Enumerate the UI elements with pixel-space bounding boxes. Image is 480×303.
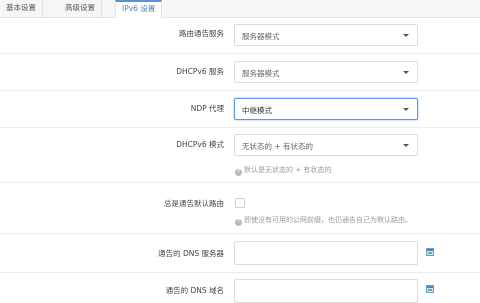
router-advert-select[interactable]: 服务器模式 [234, 24, 418, 46]
add-entry-icon-mark [428, 289, 432, 291]
dns-domain-add-button[interactable] [426, 285, 434, 293]
row-divider [0, 90, 480, 91]
always-default-route-hint: ? 即使没有可用的公网前缀，也仍通告自己为默认路由。 [235, 215, 412, 226]
dhcpv6-service-value: 服务器模式 [242, 69, 280, 78]
dhcpv6-mode-hint: ? 默认是无状态的 + 有状态的 [235, 165, 331, 176]
caret-down-icon [403, 71, 409, 74]
dns-domain-input[interactable] [234, 279, 418, 303]
dns-servers-input[interactable] [234, 241, 418, 265]
dhcpv6-service-label: DHCPv6 服务 [176, 67, 224, 76]
caret-down-icon [403, 108, 409, 111]
row-divider [0, 233, 480, 234]
dhcpv6-mode-label: DHCPv6 模式 [176, 140, 224, 149]
router-advert-value: 服务器模式 [242, 32, 280, 41]
tab-basic-settings[interactable]: 基本设置 [0, 0, 43, 17]
tab-advanced-settings[interactable]: 高级设置 [59, 0, 102, 17]
always-default-route-checkbox[interactable] [235, 198, 245, 208]
dhcpv6-mode-hint-text: 默认是无状态的 + 有状态的 [244, 166, 332, 174]
dns-servers-add-button[interactable] [426, 248, 434, 256]
caret-down-icon [403, 34, 409, 37]
dns-servers-label: 通告的 DNS 服务器 [158, 249, 224, 258]
dhcpv6-mode-select[interactable]: 无状态的 + 有状态的 [234, 134, 418, 156]
always-default-route-hint-text: 即使没有可用的公网前缀，也仍通告自己为默认路由。 [244, 216, 412, 224]
ndp-proxy-label: NDP 代理 [190, 104, 224, 113]
question-icon: ? [235, 169, 242, 176]
row-divider [0, 127, 480, 128]
always-default-route-label: 总是通告默认路由 [164, 199, 224, 208]
caret-down-icon [403, 144, 409, 147]
row-divider [0, 53, 480, 54]
ndp-proxy-value: 中继模式 [242, 106, 272, 115]
router-advert-label: 路由通告服务 [179, 29, 224, 38]
add-entry-icon-band [427, 286, 433, 288]
question-icon: ? [235, 219, 242, 226]
add-entry-icon-band [427, 249, 433, 251]
row-divider [0, 182, 480, 183]
dhcpv6-service-select[interactable]: 服务器模式 [234, 61, 418, 83]
tab-ipv6-settings[interactable]: IPv6 设置 [115, 0, 163, 18]
ndp-proxy-select[interactable]: 中继模式 [234, 98, 418, 120]
dhcpv6-mode-value: 无状态的 + 有状态的 [242, 142, 314, 151]
row-divider [0, 272, 480, 273]
dns-domain-label: 通告的 DNS 域名 [165, 286, 224, 295]
add-entry-icon-mark [428, 252, 432, 254]
tab-bar: 基本设置 高级设置 IPv6 设置 [0, 0, 480, 18]
